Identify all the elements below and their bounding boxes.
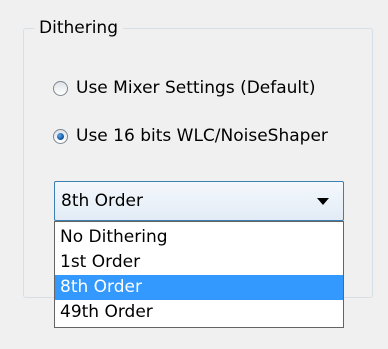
dropdown-item-no-dithering[interactable]: No Dithering (55, 225, 343, 250)
radio-button-checked-icon[interactable] (53, 128, 68, 144)
radio-use-16-bits-wlc[interactable]: Use 16 bits WLC/NoiseShaper (53, 125, 328, 147)
radio-use-mixer-settings[interactable]: Use Mixer Settings (Default) (53, 77, 315, 99)
dropdown-item-8th-order[interactable]: 8th Order (55, 275, 343, 300)
dithering-order-combobox[interactable]: 8th Order (54, 181, 344, 221)
combobox-value: 8th Order (61, 191, 143, 211)
dropdown-list: No Dithering 1st Order 8th Order 49th Or… (54, 221, 344, 328)
radio-button-icon[interactable] (53, 80, 68, 96)
dithering-panel: Dithering Use Mixer Settings (Default) U… (0, 0, 388, 349)
dropdown-item-1st-order[interactable]: 1st Order (55, 250, 343, 275)
dropdown-item-49th-order[interactable]: 49th Order (55, 300, 343, 325)
radio-label: Use Mixer Settings (Default) (76, 78, 316, 98)
radio-label: Use 16 bits WLC/NoiseShaper (76, 126, 328, 146)
chevron-down-icon[interactable] (317, 197, 329, 205)
group-title: Dithering (34, 18, 123, 38)
